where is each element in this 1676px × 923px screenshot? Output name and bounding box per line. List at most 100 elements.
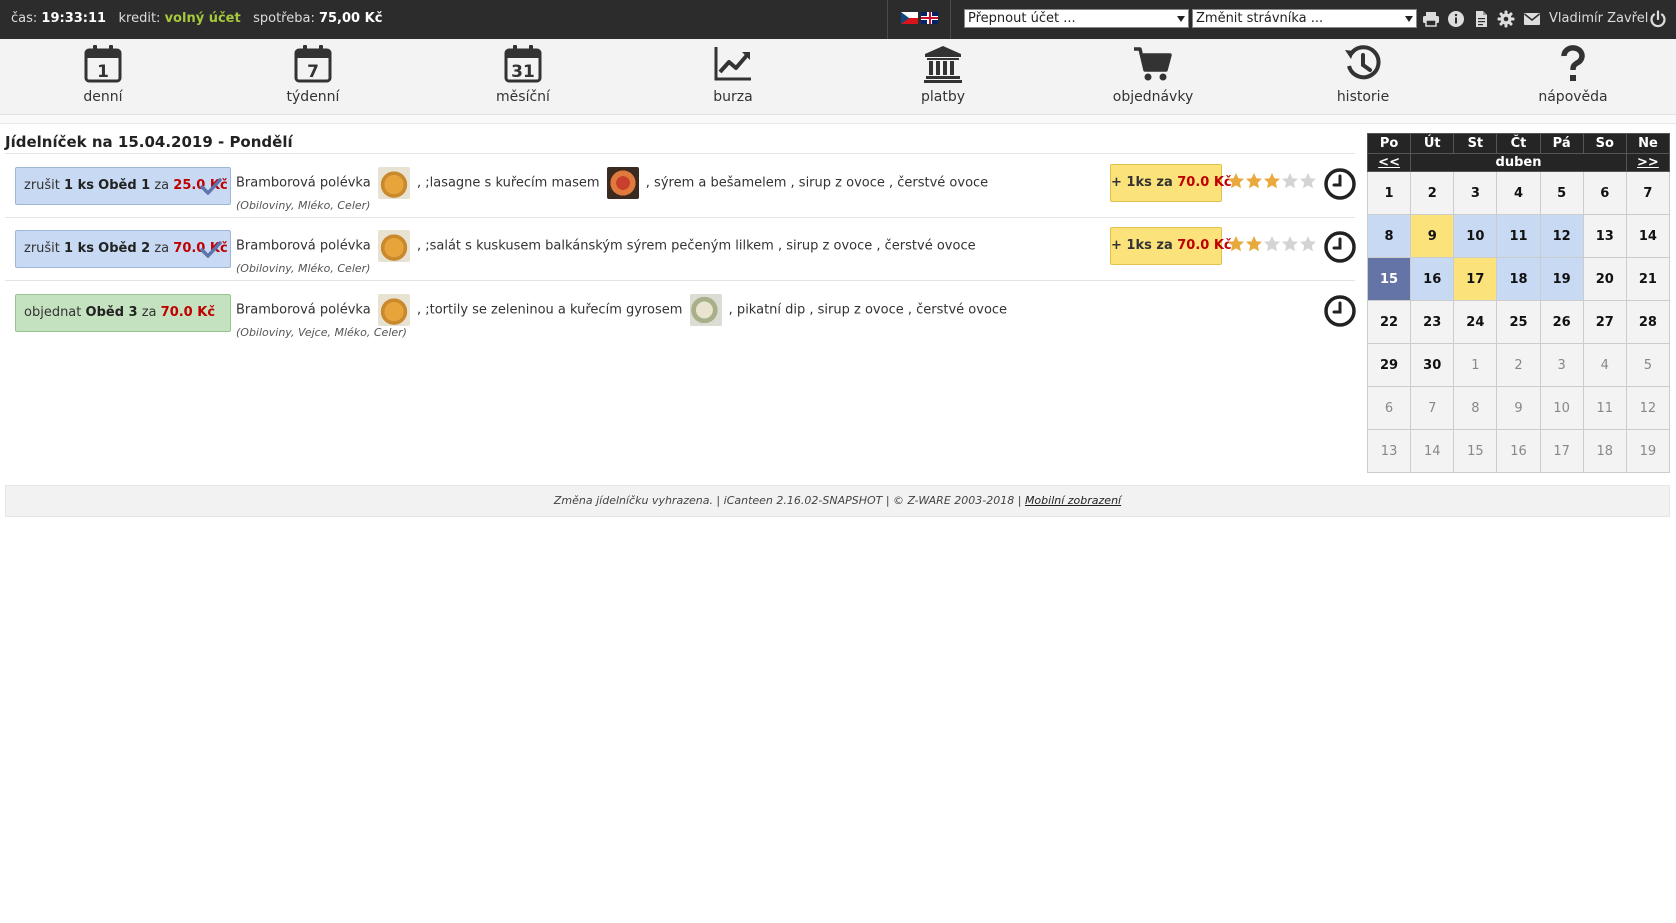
calendar-day[interactable]: 22 <box>1366 300 1412 344</box>
english-flag-icon[interactable] <box>921 12 938 24</box>
calendar-day[interactable]: 2 <box>1410 171 1455 215</box>
calendar-day[interactable]: 12 <box>1539 214 1584 258</box>
calendar-day[interactable]: 4 <box>1582 343 1627 387</box>
nav-monthly[interactable]: 31 měsíční <box>453 39 593 115</box>
calendar-day[interactable]: 6 <box>1366 386 1412 430</box>
document-icon[interactable] <box>1472 10 1490 28</box>
calendar-day[interactable]: 5 <box>1539 171 1584 215</box>
star-filled-icon[interactable] <box>1227 235 1245 253</box>
star-empty-icon[interactable] <box>1281 235 1299 253</box>
user-name[interactable]: Vladimír Zavřel <box>1549 0 1648 39</box>
calendar-day[interactable]: 10 <box>1453 214 1498 258</box>
mail-icon[interactable] <box>1523 10 1541 28</box>
calendar-day[interactable]: 23 <box>1410 300 1455 344</box>
calendar-day[interactable]: 2 <box>1496 343 1541 387</box>
star-empty-icon[interactable] <box>1299 235 1317 253</box>
mobile-view-link[interactable]: Mobilní zobrazení <box>1025 494 1121 507</box>
rating-stars[interactable] <box>1227 235 1319 253</box>
calendar-day[interactable]: 15 <box>1366 257 1412 301</box>
calendar-day[interactable]: 24 <box>1453 300 1498 344</box>
calendar-day[interactable]: 14 <box>1410 429 1455 473</box>
power-icon[interactable] <box>1649 10 1667 28</box>
calendar-day[interactable]: 7 <box>1410 386 1455 430</box>
calendar-day[interactable]: 18 <box>1496 257 1541 301</box>
clock-icon[interactable] <box>1323 167 1357 201</box>
calendar-day[interactable]: 17 <box>1453 257 1498 301</box>
nav-orders[interactable]: objednávky <box>1083 39 1223 115</box>
star-empty-icon[interactable] <box>1281 172 1299 190</box>
nav-payments[interactable]: platby <box>873 39 1013 115</box>
calendar-day[interactable]: 4 <box>1496 171 1541 215</box>
czech-flag-icon[interactable] <box>901 12 918 24</box>
gear-icon[interactable] <box>1497 10 1515 28</box>
calendar-day[interactable]: 3 <box>1453 171 1498 215</box>
change-diner-select[interactable]: Změnit strávníka ... <box>1192 9 1417 28</box>
calendar-day[interactable]: 18 <box>1582 429 1627 473</box>
calendar-day[interactable]: 16 <box>1410 257 1455 301</box>
calendar-day[interactable]: 26 <box>1539 300 1584 344</box>
star-filled-icon[interactable] <box>1263 172 1281 190</box>
nav-history[interactable]: historie <box>1293 39 1433 115</box>
calendar-day[interactable]: 1 <box>1453 343 1498 387</box>
calendar-week-row: 6 7 8 9 10 11 12 <box>1366 386 1671 430</box>
soup-photo-thumbnail[interactable] <box>377 167 410 199</box>
calendar-week-row: 15 16 17 18 19 20 21 <box>1366 257 1671 301</box>
calendar-day[interactable]: 19 <box>1625 429 1671 473</box>
calendar-day[interactable]: 3 <box>1539 343 1584 387</box>
calendar-day[interactable]: 12 <box>1625 386 1671 430</box>
calendar-day[interactable]: 8 <box>1453 386 1498 430</box>
calendar-day[interactable]: 5 <box>1625 343 1671 387</box>
print-icon[interactable] <box>1422 10 1440 28</box>
star-empty-icon[interactable] <box>1263 235 1281 253</box>
calendar-day[interactable]: 14 <box>1625 214 1671 258</box>
star-filled-icon[interactable] <box>1245 172 1263 190</box>
month-name: duben <box>1410 153 1627 172</box>
star-empty-icon[interactable] <box>1299 172 1317 190</box>
calendar-day[interactable]: 30 <box>1410 343 1455 387</box>
calendar-day[interactable]: 25 <box>1496 300 1541 344</box>
clock-icon[interactable] <box>1323 230 1357 264</box>
calendar-day[interactable]: 21 <box>1625 257 1671 301</box>
nav-help[interactable]: nápověda <box>1503 39 1643 115</box>
calendar-day[interactable]: 15 <box>1453 429 1498 473</box>
add-portion-button[interactable]: + 1ks za 70.0 Kč <box>1110 164 1232 202</box>
cancel-order-button[interactable]: zrušit 1 ks Oběd 1 za 25.0 Kč <box>15 167 231 205</box>
soup-photo-thumbnail[interactable] <box>377 230 410 262</box>
calendar-day[interactable]: 28 <box>1625 300 1671 344</box>
tortilla-photo-thumbnail[interactable] <box>689 294 722 326</box>
nav-daily[interactable]: 1 denní <box>33 39 173 115</box>
star-filled-icon[interactable] <box>1245 235 1263 253</box>
calendar-day[interactable]: 29 <box>1366 343 1412 387</box>
add-portion-button[interactable]: + 1ks za 70.0 Kč <box>1110 227 1232 265</box>
order-meal-button[interactable]: objednat Oběd 3 za 70.0 Kč <box>15 294 231 332</box>
calendar-day[interactable]: 13 <box>1582 214 1627 258</box>
calendar-day[interactable]: 11 <box>1496 214 1541 258</box>
calendar-day[interactable]: 17 <box>1539 429 1584 473</box>
rating-stars[interactable] <box>1227 172 1319 190</box>
prev-month-link[interactable]: << <box>1378 155 1400 170</box>
calendar-day[interactable]: 10 <box>1539 386 1584 430</box>
calendar-day[interactable]: 9 <box>1410 214 1455 258</box>
info-icon[interactable] <box>1447 10 1465 28</box>
calendar-day[interactable]: 1 <box>1366 171 1412 215</box>
calendar-day[interactable]: 13 <box>1366 429 1412 473</box>
soup-photo-thumbnail[interactable] <box>377 294 410 326</box>
cancel-order-button[interactable]: zrušit 1 ks Oběd 2 za 70.0 Kč <box>15 230 231 268</box>
switch-account-select[interactable]: Přepnout účet ... <box>964 9 1189 28</box>
order-action: objednat <box>24 305 82 320</box>
calendar-day[interactable]: 16 <box>1496 429 1541 473</box>
calendar-day[interactable]: 9 <box>1496 386 1541 430</box>
next-month-link[interactable]: >> <box>1637 155 1659 170</box>
calendar-day[interactable]: 7 <box>1625 171 1671 215</box>
calendar-day[interactable]: 19 <box>1539 257 1584 301</box>
clock-icon[interactable] <box>1323 294 1357 328</box>
calendar-day[interactable]: 27 <box>1582 300 1627 344</box>
nav-exchange[interactable]: burza <box>663 39 803 115</box>
calendar-day[interactable]: 11 <box>1582 386 1627 430</box>
lasagne-photo-thumbnail[interactable] <box>606 167 639 199</box>
calendar-day[interactable]: 8 <box>1366 214 1412 258</box>
star-filled-icon[interactable] <box>1227 172 1245 190</box>
nav-weekly[interactable]: 7 týdenní <box>243 39 383 115</box>
calendar-day[interactable]: 6 <box>1582 171 1627 215</box>
calendar-day[interactable]: 20 <box>1582 257 1627 301</box>
